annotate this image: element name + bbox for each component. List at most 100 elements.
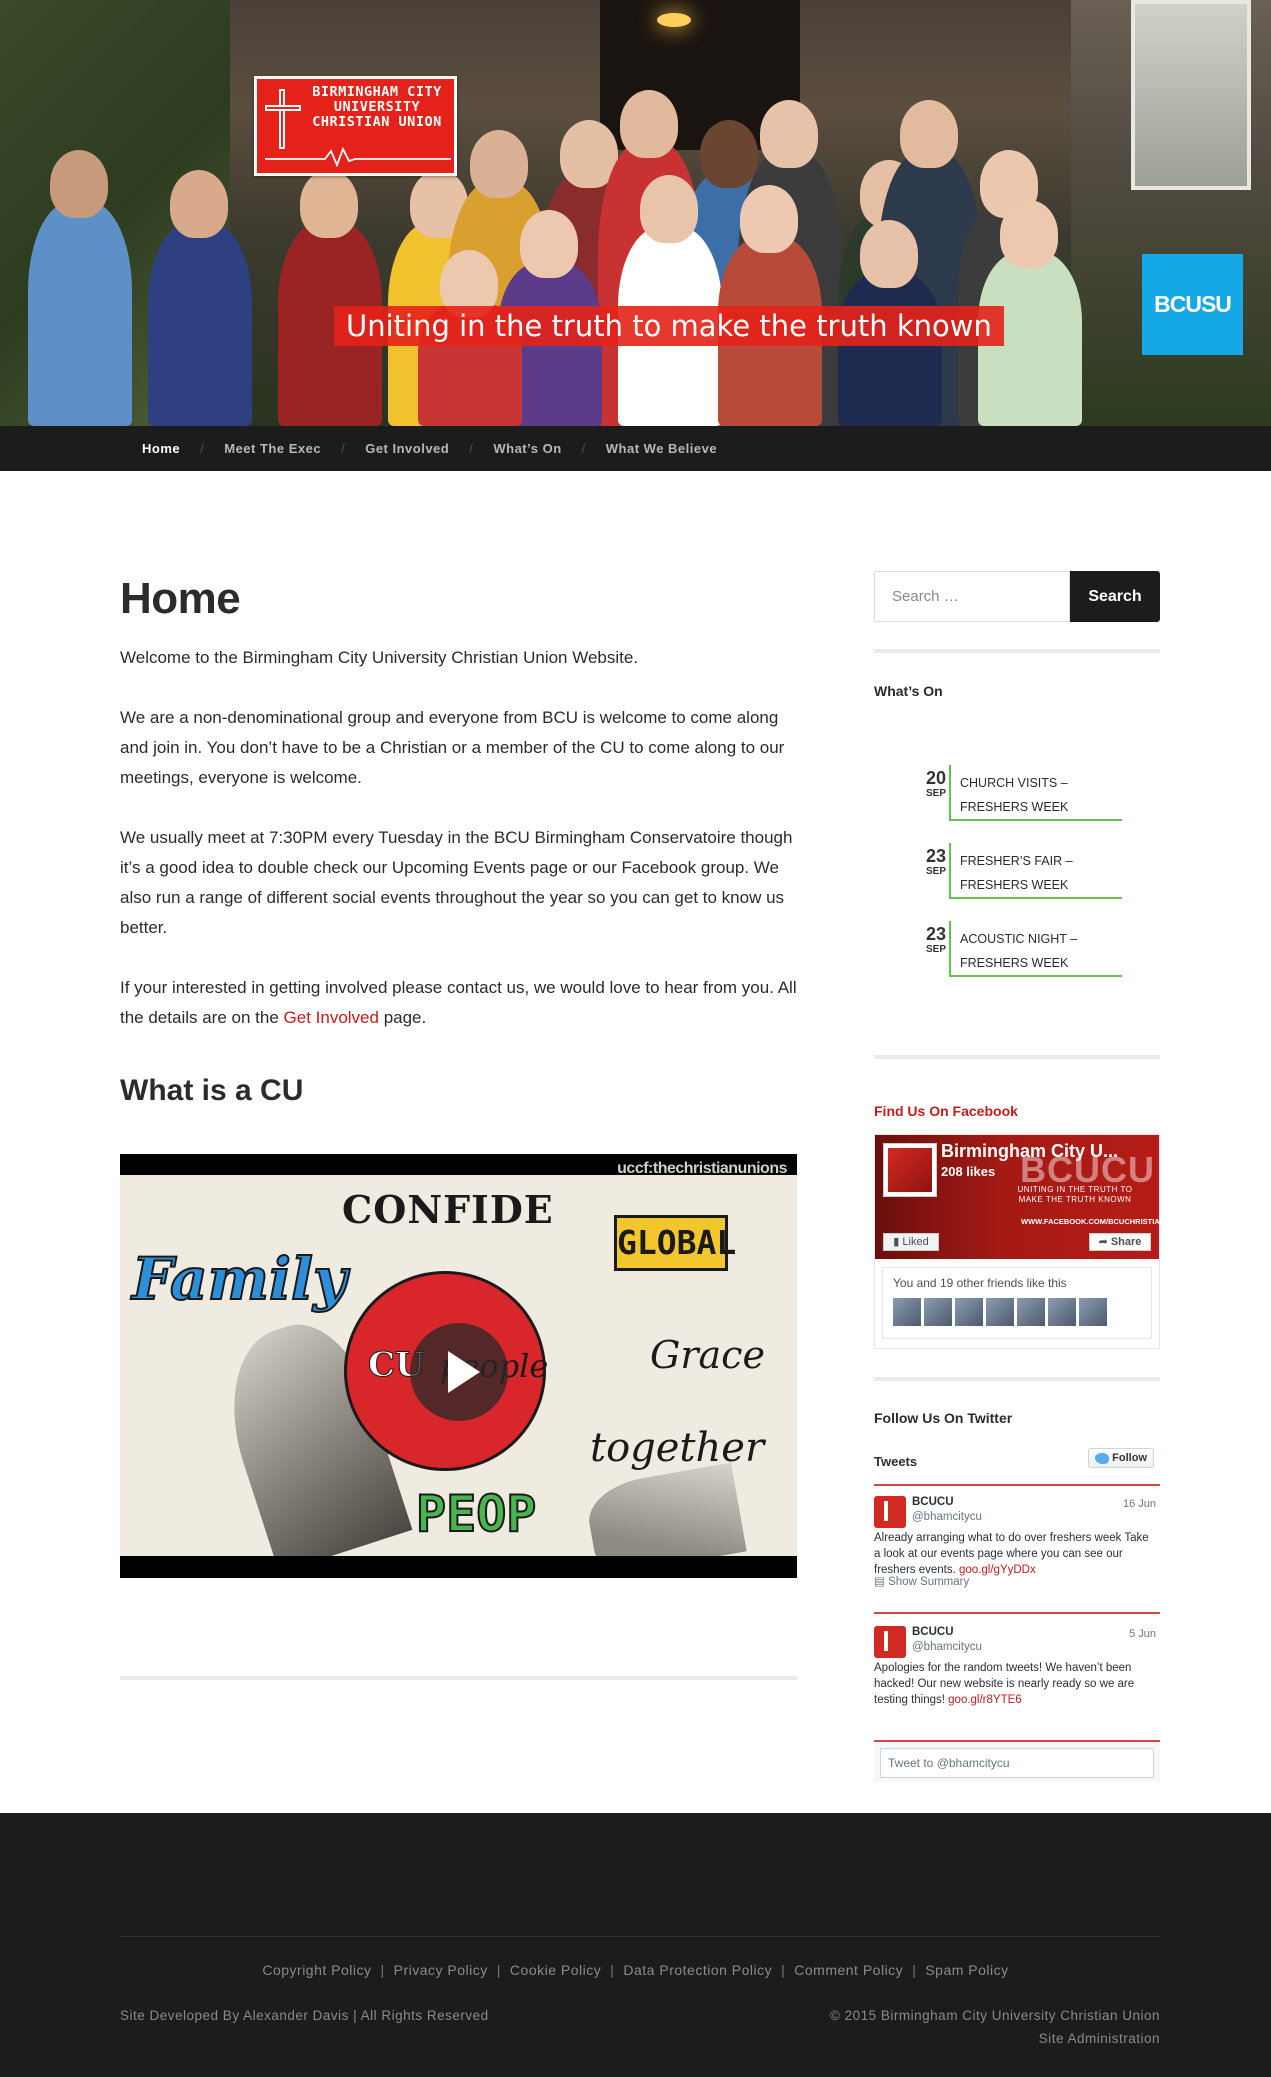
twitter-header: Tweets Follow (874, 1448, 1160, 1486)
tweet-box: Tweet to @bhamcitycu (874, 1740, 1160, 1782)
friend-avatar[interactable] (1079, 1298, 1107, 1326)
event-title-line2: Freshers Week (960, 878, 1069, 892)
footer-link-data-protection-policy[interactable]: Data Protection Policy (623, 1962, 772, 1978)
friend-avatar[interactable] (986, 1298, 1014, 1326)
liked-button[interactable]: ▮ Liked (883, 1233, 939, 1251)
liked-label: Liked (902, 1236, 929, 1248)
tweet: BCUCU @bhamcitycu 5 Jun Apologies for th… (874, 1616, 1160, 1740)
banner-lamp (657, 13, 691, 27)
site-admin-link[interactable]: Site Administration (1039, 2031, 1160, 2046)
main-content: Home Welcome to the Birmingham City Univ… (120, 571, 797, 1109)
person-body (28, 202, 132, 426)
event-title[interactable]: Fresher’s Fair – Freshers Week (949, 843, 1122, 899)
facebook-page-avatar[interactable] (883, 1143, 937, 1197)
friend-avatar[interactable] (1048, 1298, 1076, 1326)
friend-avatar[interactable] (955, 1298, 983, 1326)
drawing-hand-2 (583, 1462, 747, 1556)
footer-link-comment-policy[interactable]: Comment Policy (794, 1962, 903, 1978)
banner-window (1131, 0, 1251, 190)
footer-developer: Site Developed By Alexander Davis | All … (120, 2008, 489, 2023)
tweet-author[interactable]: BCUCU (912, 1626, 954, 1638)
nav-item-meet-the-exec[interactable]: Meet The Exec (224, 441, 321, 456)
tweet-avatar[interactable] (874, 1496, 906, 1528)
tagline: Uniting in the truth to make the truth k… (334, 306, 1004, 346)
word-global: GLOBAL (614, 1215, 736, 1271)
event-title[interactable]: Church Visits – Freshers Week (949, 765, 1122, 821)
tweet-handle[interactable]: @bhamcitycu (912, 1511, 982, 1523)
nav-item-home[interactable]: Home (142, 441, 180, 456)
word-together: together (590, 1425, 765, 1471)
content-divider (120, 1676, 797, 1680)
nav-item-get-involved[interactable]: Get Involved (365, 441, 449, 456)
event-item[interactable]: 23 SEP Fresher’s Fair – Freshers Week (910, 843, 1122, 903)
share-button[interactable]: ➦ Share (1089, 1233, 1151, 1251)
facebook-cover[interactable]: BCUCU UNITING IN THE TRUTH TO MAKE THE T… (875, 1135, 1189, 1259)
sidebar-divider (874, 649, 1160, 653)
search-button[interactable]: Search (1070, 571, 1160, 622)
footer-separator: | (610, 1962, 615, 1978)
get-involved-link[interactable]: Get Involved (284, 1008, 379, 1027)
search-input[interactable]: Search … (874, 571, 1070, 622)
person-head (760, 100, 818, 168)
footer-link-privacy-policy[interactable]: Privacy Policy (394, 1962, 488, 1978)
facebook-page-name[interactable]: Birmingham City U... (941, 1141, 1118, 1162)
event-title[interactable]: Acoustic Night – Freshers Week (949, 921, 1122, 977)
play-icon[interactable] (410, 1323, 508, 1421)
logo-text: BIRMINGHAM CITY UNIVERSITY CHRISTIAN UNI… (301, 85, 453, 130)
event-item[interactable]: 20 SEP Church Visits – Freshers Week (910, 765, 1122, 825)
footer-copyright: © 2015 Birmingham City University Christ… (829, 2008, 1160, 2023)
follow-button[interactable]: Follow (1088, 1448, 1154, 1468)
contact-text-end: page. (378, 1008, 427, 1027)
nav-item-what-s-on[interactable]: What’s On (493, 441, 561, 456)
share-icon: ➦ (1098, 1236, 1111, 1248)
page-title: Home (120, 574, 241, 623)
person-head (300, 170, 358, 238)
tweet-text: Already arranging what to do over freshe… (874, 1530, 1154, 1578)
person-head (900, 100, 958, 168)
tweet-date[interactable]: 5 Jun (1129, 1628, 1156, 1640)
event-title-line2: Freshers Week (960, 956, 1069, 970)
footer-separator: | (380, 1962, 385, 1978)
cover-url: WWW.FACEBOOK.COM/BCUCHRISTIANUNION (1021, 1217, 1190, 1226)
footer: Copyright Policy | Privacy Policy | Cookie P… (0, 1813, 1271, 2077)
person-head (170, 170, 228, 238)
main-nav: Home / Meet The Exec / Get Involved / What’s O… (0, 426, 1271, 471)
tweet-handle[interactable]: @bhamcitycu (912, 1641, 982, 1653)
twitter-bird-icon (1095, 1453, 1109, 1464)
footer-link-copyright-policy[interactable]: Copyright Policy (262, 1962, 371, 1978)
friend-avatar[interactable] (1017, 1298, 1045, 1326)
facebook-likes: 208 likes (941, 1164, 996, 1179)
bcusu-badge[interactable]: BCUSU (1142, 254, 1243, 355)
friend-avatar[interactable] (924, 1298, 952, 1326)
tweet-avatar[interactable] (874, 1626, 906, 1658)
cross-icon (279, 89, 285, 149)
video-player[interactable]: CONFIDE GLOBAL Family CU people Grace to… (120, 1154, 797, 1578)
person-head (700, 120, 758, 188)
tweet-date[interactable]: 16 Jun (1123, 1498, 1156, 1510)
friend-avatar[interactable] (893, 1298, 921, 1326)
tweet-author[interactable]: BCUCU (912, 1496, 954, 1508)
facebook-widget: BCUCU UNITING IN THE TRUTH TO MAKE THE T… (874, 1134, 1189, 1349)
show-summary-link[interactable]: ▤ Show Summary (874, 1574, 969, 1588)
summary-icon: ▤ (874, 1576, 889, 1588)
person-head (520, 210, 578, 278)
nav-separator: / (469, 441, 474, 456)
footer-separator: | (496, 1962, 501, 1978)
video-watermark: uccf:thechristianunions (617, 1160, 787, 1177)
event-item[interactable]: 23 SEP Acoustic Night – Freshers Week (910, 921, 1122, 981)
nav-item-what-we-believe[interactable]: What We Believe (606, 441, 717, 456)
tweet-to-input[interactable]: Tweet to @bhamcitycu (880, 1748, 1154, 1778)
header-banner: BIRMINGHAM CITY UNIVERSITY CHRISTIAN UNI… (0, 0, 1271, 426)
cu-logo[interactable]: BIRMINGHAM CITY UNIVERSITY CHRISTIAN UNI… (254, 76, 457, 176)
logo-text-line1: BIRMINGHAM CITY (312, 84, 442, 100)
heartbeat-icon (265, 147, 451, 167)
tweet-link[interactable]: goo.gl/r8YTE6 (948, 1694, 1022, 1706)
tweet-link[interactable]: goo.gl/gYyDDx (959, 1564, 1036, 1576)
event-title-line1: Church Visits – (960, 776, 1068, 790)
whats-on-title: What’s On (874, 683, 943, 699)
sidebar: Search … Search (874, 571, 1160, 622)
event-title-line2: Freshers Week (960, 800, 1069, 814)
footer-link-spam-policy[interactable]: Spam Policy (925, 1962, 1008, 1978)
footer-link-cookie-policy[interactable]: Cookie Policy (510, 1962, 601, 1978)
paragraph-welcome: Welcome to the Birmingham City Universit… (120, 648, 639, 667)
